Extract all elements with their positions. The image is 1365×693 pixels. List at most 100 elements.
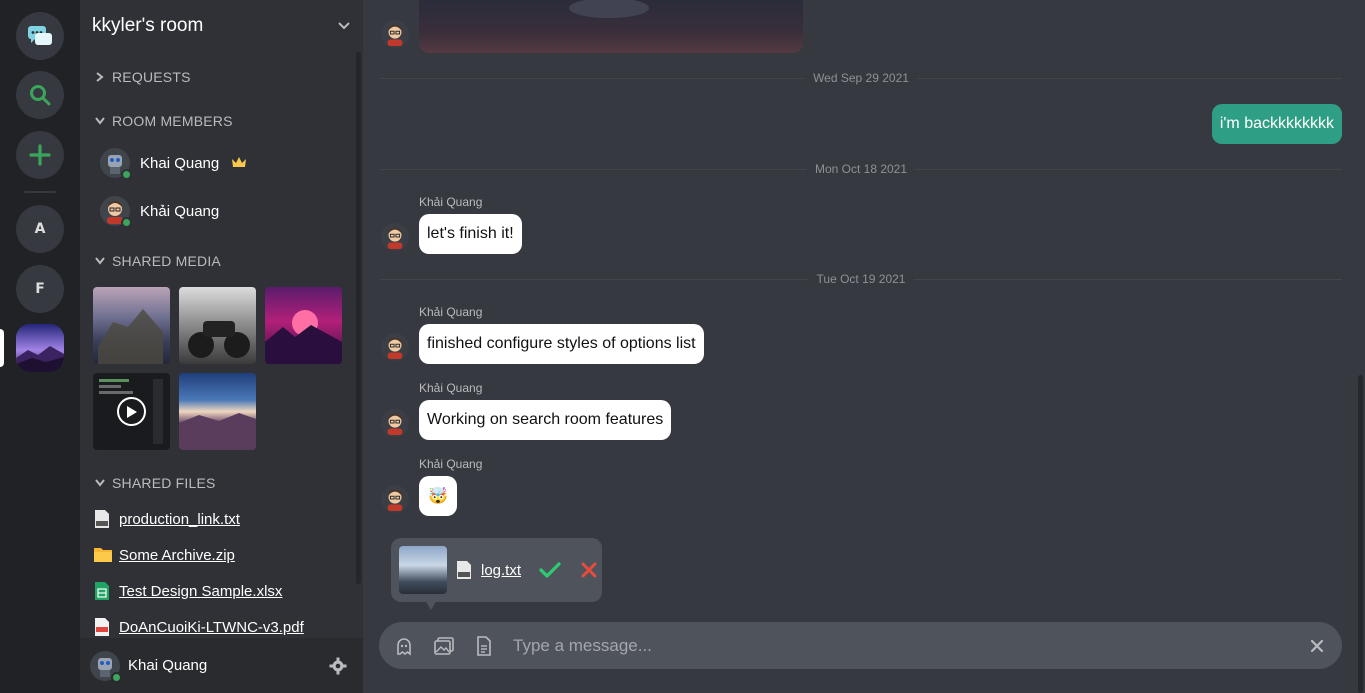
media-thumbnail[interactable] [93,287,170,364]
chevron-down-icon [94,115,106,127]
close-icon[interactable] [1308,637,1326,655]
message-bubble[interactable]: finished configure styles of options lis… [419,324,704,364]
image-attach-icon[interactable] [433,635,455,657]
avatar[interactable] [381,485,409,513]
files-label: SHARED FILES [112,475,216,491]
ghost-icon[interactable] [393,635,415,657]
cancel-upload-icon[interactable] [581,562,597,578]
media-thumbnail[interactable] [179,287,256,364]
chat-bubbles-icon [28,26,52,45]
shared-file-link[interactable]: Some Archive.zip [93,545,235,565]
date-label: Mon Oct 18 2021 [806,162,916,176]
upload-preview-image [399,546,447,594]
requests-section-toggle[interactable]: REQUESTS [94,69,191,85]
shared-file-link[interactable]: DoAnCuoiKi-LTWNC-v3.pdf [93,617,304,637]
pending-upload-card: log.txt [391,538,602,602]
message-author: Khải Quang [419,195,483,209]
file-name: DoAnCuoiKi-LTWNC-v3.pdf [119,618,304,636]
space-f-button[interactable]: F [16,265,64,313]
media-thumbnail[interactable] [179,373,256,450]
avatar[interactable] [90,650,122,683]
avatar[interactable] [381,409,409,437]
plus-icon [29,144,51,166]
file-name: Some Archive.zip [119,546,235,564]
media-thumbnail[interactable] [265,287,342,364]
spreadsheet-icon [93,581,111,601]
own-message-bubble[interactable]: i'm backkkkkkkk [1211,104,1342,144]
avatar [100,196,132,228]
members-label: ROOM MEMBERS [112,113,233,129]
sidebar-scrollbar[interactable] [356,52,361,584]
online-status-dot [111,671,122,683]
gear-icon[interactable] [329,657,347,675]
person-avatar-icon [387,227,403,249]
avatar[interactable] [381,223,409,251]
server-rail: A F [0,0,80,693]
search-icon [30,85,51,106]
person-avatar-icon [387,413,403,435]
online-status-dot [121,217,132,228]
chat-scrollbar[interactable] [1358,375,1363,693]
file-name: Test Design Sample.xlsx [119,582,283,600]
files-section-toggle[interactable]: SHARED FILES [94,475,216,491]
chevron-down-icon [94,255,106,267]
current-user-name: Khai Quang [128,657,208,674]
requests-label: REQUESTS [112,69,191,85]
text-file-icon [455,560,473,580]
date-divider: Wed Sep 29 2021 [380,71,1342,85]
media-thumbnail[interactable] [93,373,170,450]
message-input[interactable] [513,635,1308,656]
date-divider: Tue Oct 19 2021 [380,272,1342,286]
avatar [100,148,132,180]
chevron-down-icon [94,477,106,489]
space-a-button[interactable]: A [16,205,64,253]
media-section-toggle[interactable]: SHARED MEDIA [94,253,221,269]
shared-file-link[interactable]: production_link.txt [93,509,240,529]
avatar[interactable] [381,20,409,48]
pdf-icon [93,617,111,637]
current-user-bar: Khai Quang [80,638,363,693]
date-divider: Mon Oct 18 2021 [380,162,1342,176]
chevron-down-icon[interactable] [336,18,352,34]
active-indicator [0,329,4,367]
file-name: production_link.txt [119,510,240,528]
file-attach-icon[interactable] [473,635,495,657]
message-bubble[interactable]: Working on search room features [419,400,672,440]
add-room-button[interactable] [16,131,64,179]
folder-icon [93,545,112,565]
play-icon[interactable] [117,397,146,426]
date-label: Wed Sep 29 2021 [805,71,917,85]
current-room-avatar[interactable] [16,324,64,372]
message-author: Khải Quang [419,305,483,319]
person-avatar-icon [387,337,403,359]
crown-icon [231,156,247,171]
member-item[interactable]: Khải Quang [100,196,220,228]
media-label: SHARED MEDIA [112,253,221,269]
shared-image-message[interactable] [419,0,803,53]
rail-divider [24,191,56,193]
message-author: Khải Quang [419,457,483,471]
text-file-icon [93,509,111,529]
avatar[interactable] [381,333,409,361]
confirm-upload-icon[interactable] [539,561,561,579]
message-bubble[interactable]: let's finish it! [419,214,522,254]
online-status-dot [121,169,132,180]
upload-file-name[interactable]: log.txt [481,562,521,579]
upload-card-tail [425,600,437,610]
chat-panel: Wed Sep 29 2021 i'm backkkkkkkk Mon Oct … [363,0,1365,693]
message-bubble[interactable]: 🤯 [419,476,457,516]
message-author: Khải Quang [419,381,483,395]
search-button[interactable] [16,71,64,119]
member-item[interactable]: Khai Quang [100,148,247,180]
member-name: Khai Quang [140,154,220,172]
person-avatar-icon [387,489,403,511]
app-logo-button[interactable] [16,12,64,60]
date-label: Tue Oct 19 2021 [808,272,914,286]
chevron-right-icon [94,71,106,83]
members-section-toggle[interactable]: ROOM MEMBERS [94,113,233,129]
room-header[interactable]: kkyler's room [92,12,352,40]
landscape-image [16,324,64,372]
member-name: Khải Quang [140,202,220,220]
shared-file-link[interactable]: Test Design Sample.xlsx [93,581,282,601]
message-composer [379,622,1342,669]
